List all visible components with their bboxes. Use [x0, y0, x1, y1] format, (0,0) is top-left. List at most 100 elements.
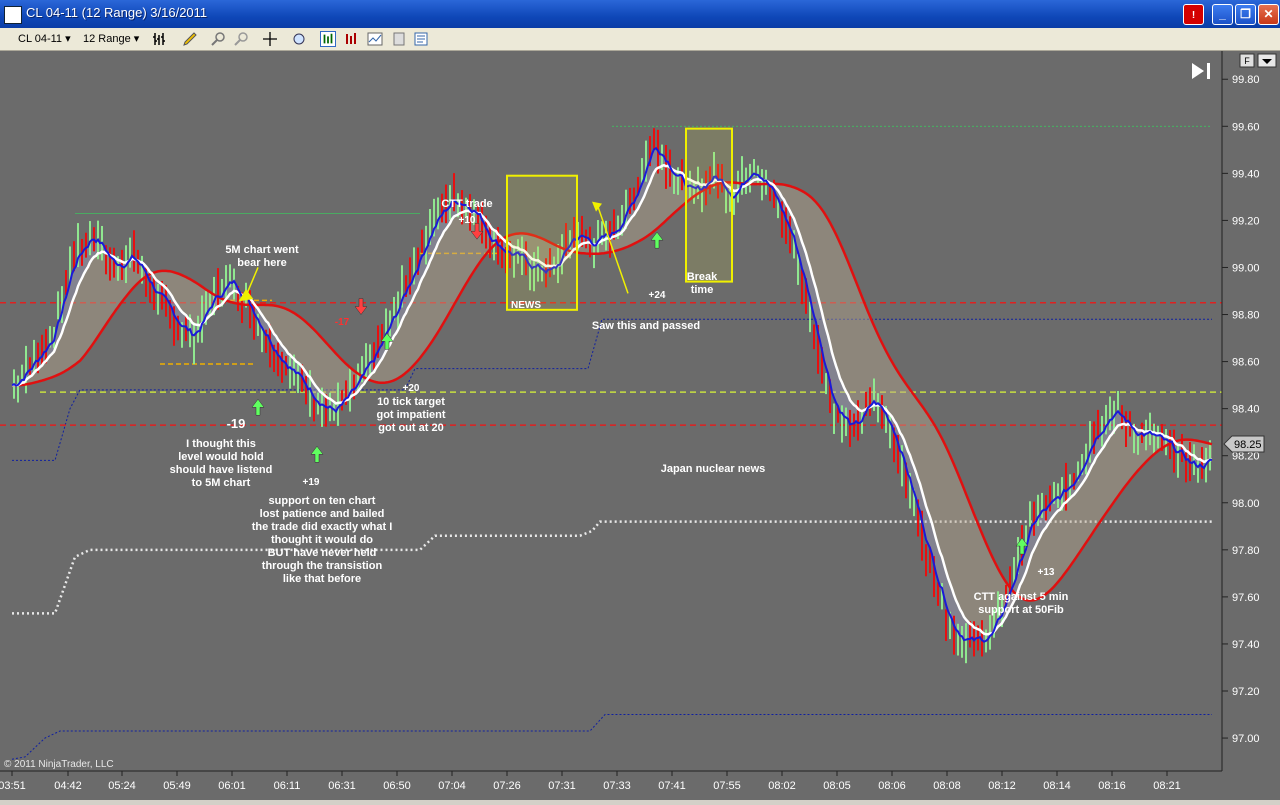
saw-this-arrowhead — [592, 201, 602, 212]
break-time-box — [685, 127, 733, 283]
plus19-note-line: +19 — [303, 477, 320, 488]
tick-target-note-line: got out at 20 — [378, 422, 443, 434]
play-end-icon — [1192, 63, 1204, 79]
x-tick-label: 06:01 — [218, 780, 246, 792]
x-tick-label: 08:08 — [933, 780, 961, 792]
support-ten-note-line: thought it would do — [271, 534, 373, 546]
chart-menu-button[interactable] — [1257, 53, 1277, 68]
y-tick-label: 98.20 — [1232, 451, 1260, 463]
thought-level-note-line: should have listend — [170, 464, 273, 476]
indicators-icon[interactable] — [367, 31, 383, 47]
ctt-against-note: CTT against 5 min support at 50Fib — [974, 591, 1069, 616]
strategies-icon[interactable] — [391, 31, 407, 47]
x-tick-label: 07:55 — [713, 780, 741, 792]
y-tick-label: 97.20 — [1232, 686, 1260, 698]
x-tick-label: 07:04 — [438, 780, 466, 792]
y-tick-label: 98.80 — [1232, 310, 1260, 322]
period-label: 12 Range — [83, 33, 131, 45]
plus20-note: +20 — [403, 383, 420, 394]
plus13-note: +13 — [1038, 567, 1055, 578]
chart-toolbar: CL 04-11 ▾ 12 Range ▾ — [0, 28, 1280, 51]
plus24-note-line: +24 — [649, 290, 666, 301]
window-titlebar: CL 04-11 (12 Range) 3/16/2011 ! _ ❐ ✕ — [0, 0, 1280, 28]
x-tick-label: 08:16 — [1098, 780, 1126, 792]
y-tick-label: 97.60 — [1232, 592, 1260, 604]
y-tick-label: 99.40 — [1232, 168, 1260, 180]
bear-note: 5M chart went bear here — [225, 244, 299, 269]
plus13-note-line: +13 — [1038, 567, 1055, 578]
x-tick-label: 08:21 — [1153, 780, 1181, 792]
x-tick-label: 06:31 — [328, 780, 356, 792]
support-ten-note-line: like that before — [283, 573, 361, 585]
magnifier-icon[interactable] — [291, 31, 307, 47]
x-tick-label: 06:11 — [274, 780, 301, 792]
x-tick-label: 08:06 — [878, 780, 906, 792]
ctt-against-note-line: support at 50Fib — [978, 604, 1064, 616]
entry-arrow-up-icon — [310, 445, 324, 463]
maximize-button[interactable]: ❐ — [1235, 4, 1256, 25]
instrument-selector[interactable]: CL 04-11 ▾ — [18, 31, 71, 47]
x-tick-label: 04:42 — [54, 780, 82, 792]
axis-layer: 99.80 99.60 99.40 99.20 99.00 98.80 98.60 98.40… — [0, 51, 1277, 792]
x-tick-label: 05:24 — [108, 780, 136, 792]
window-title: CL 04-11 (12 Range) 3/16/2011 — [26, 5, 208, 20]
price-chart[interactable]: 5M chart went bear here CTT trade +10 -17 NEW… — [0, 51, 1280, 800]
minimize-button[interactable]: _ — [1212, 4, 1233, 25]
data-box-icon[interactable] — [320, 31, 336, 47]
thought-level-note: I thought this level would hold should hav… — [170, 438, 273, 489]
minus17-note-line: -17 — [335, 317, 350, 328]
format-button[interactable]: F — [1239, 53, 1255, 68]
support-ten-note-line: BUT have never held — [268, 547, 377, 559]
zoom-out-icon[interactable] — [233, 31, 249, 47]
plus10-note-line: +10 — [459, 215, 476, 226]
zoom-in-icon[interactable] — [210, 31, 226, 47]
news-note-line: NEWS — [511, 300, 541, 311]
thought-level-note-line: I thought this — [186, 438, 256, 450]
y-tick-label: 98.60 — [1232, 357, 1260, 369]
tick-target-note-line: 10 tick target — [377, 396, 445, 408]
bear-note-line: bear here — [237, 257, 287, 269]
support-ten-note-line: support on ten chart — [269, 495, 376, 507]
x-tick-label: 07:26 — [493, 780, 521, 792]
y-tick-label: 98.00 — [1232, 498, 1260, 510]
alert-button[interactable]: ! — [1183, 4, 1204, 25]
x-tick-label: 07:33 — [603, 780, 631, 792]
close-button[interactable]: ✕ — [1258, 4, 1279, 25]
entry-arrow-down-icon — [354, 298, 368, 315]
support-ten-note-line: lost patience and bailed — [260, 508, 385, 520]
chart-style-icon[interactable] — [343, 31, 359, 47]
plus10-note: +10 — [459, 215, 476, 226]
news-box — [506, 174, 578, 311]
copyright-label: © 2011 NinjaTrader, LLC — [4, 759, 114, 770]
last-price-label: 98.25 — [1234, 439, 1262, 451]
plus24-note: +24 — [649, 290, 666, 301]
crosshair-icon[interactable] — [262, 31, 278, 47]
x-tick-label: 07:41 — [658, 780, 686, 792]
ctt-against-note-line: CTT against 5 min — [974, 591, 1069, 603]
x-tick-label: 05:49 — [163, 780, 191, 792]
support-ten-note: support on ten chart lost patience and ba… — [252, 495, 393, 585]
entry-arrow-up-icon — [650, 231, 664, 249]
saw-this-note-line: Saw this and passed — [592, 320, 700, 332]
y-tick-label: 97.00 — [1232, 733, 1260, 745]
minus19-note: -19 — [227, 416, 246, 431]
x-tick-label: 07:31 — [548, 780, 576, 792]
scroll-to-end-button[interactable] — [1192, 63, 1210, 79]
tick-target-note-line: got impatient — [376, 409, 445, 421]
news-note: NEWS — [511, 300, 541, 311]
chart-panel[interactable]: 5M chart went bear here CTT trade +10 -17 NEW… — [0, 51, 1280, 800]
pencil-icon[interactable] — [182, 31, 198, 47]
ctt-trade-note-line: CTT trade — [441, 198, 492, 210]
x-tick-label: 06:50 — [383, 780, 411, 792]
bear-here-arrow — [238, 267, 259, 302]
properties-icon[interactable] — [413, 31, 429, 47]
x-tick-label: 08:02 — [768, 780, 796, 792]
end-bar-icon — [1207, 63, 1210, 79]
thought-level-note-line: to 5M chart — [192, 477, 251, 489]
break-time-note-line: time — [691, 284, 714, 296]
period-selector[interactable]: 12 Range ▾ — [83, 31, 139, 47]
minus17-note: -17 — [335, 317, 350, 328]
ma-fill-layer — [12, 148, 1212, 642]
entry-arrow-up-icon — [251, 398, 265, 416]
bar-type-icon[interactable] — [152, 31, 168, 47]
